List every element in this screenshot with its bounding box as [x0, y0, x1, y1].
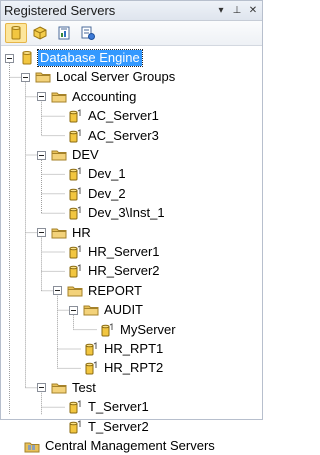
database-engine-icon [11, 26, 21, 40]
tree-group-node[interactable]: REPORT [53, 282, 144, 300]
tree-server-node[interactable]: HR_Server2 [53, 262, 162, 280]
tree-node-label[interactable]: Central Management Servers [43, 438, 217, 454]
pin-icon[interactable]: ⊥ [230, 4, 244, 18]
tree-node-label[interactable]: Test [70, 380, 98, 396]
analysis-services-tool[interactable] [29, 23, 51, 43]
tree-node-label[interactable]: HR_Server1 [86, 244, 162, 260]
central-management-icon [24, 438, 40, 454]
integration-services-tool[interactable] [77, 23, 99, 43]
tree-group-node[interactable]: Central Management Servers [21, 437, 217, 455]
tree-group-node[interactable]: Test [37, 379, 98, 397]
tree-server-node[interactable]: Dev_1 [53, 165, 128, 183]
tree-server-node[interactable]: AC_Server1 [53, 107, 161, 125]
server-icon [67, 419, 83, 435]
tree-root-node[interactable]: Database Engine [5, 49, 143, 67]
tree-group-node[interactable]: HR [37, 224, 93, 242]
server-icon [83, 341, 99, 357]
server-icon [67, 399, 83, 415]
tree-node-label[interactable]: AC_Server1 [86, 108, 161, 124]
tree-group-node[interactable]: DEV [37, 146, 101, 164]
tree-node-label[interactable]: REPORT [86, 283, 144, 299]
tree-group-node[interactable]: Accounting [37, 88, 138, 106]
tree-group-node[interactable]: Local Server Groups [21, 68, 177, 86]
collapse-toggle-icon[interactable] [21, 72, 30, 82]
tree-node-label[interactable]: HR_RPT2 [102, 360, 165, 376]
collapse-toggle-icon[interactable] [37, 150, 46, 160]
collapse-toggle-icon[interactable] [69, 305, 78, 315]
tree-server-node[interactable]: Dev_2 [53, 185, 128, 203]
registered-servers-panel: Registered Servers ▾ ⊥ ✕ Database Engine… [0, 0, 263, 453]
folder-icon [83, 302, 99, 318]
tree-node-label[interactable]: T_Server2 [86, 419, 151, 435]
server-icon [67, 263, 83, 279]
integration-services-icon [81, 26, 95, 40]
folder-icon [51, 225, 67, 241]
tree-server-node[interactable]: T_Server1 [53, 398, 151, 416]
collapse-toggle-icon[interactable] [53, 286, 62, 296]
reporting-services-icon [58, 26, 70, 40]
tree-node-label[interactable]: Dev_2 [86, 186, 128, 202]
collapse-toggle-icon[interactable] [37, 383, 46, 393]
tree-node-label[interactable]: HR [70, 225, 93, 241]
tree-server-node[interactable]: HR_RPT2 [69, 359, 165, 377]
tree-group-node[interactable]: AUDIT [69, 301, 145, 319]
tree-server-node[interactable]: T_Server2 [53, 418, 151, 436]
server-icon [67, 186, 83, 202]
tree-server-node[interactable]: Dev_3\Inst_1 [53, 204, 167, 222]
collapse-toggle-icon[interactable] [5, 53, 14, 63]
tree-node-label[interactable]: Local Server Groups [54, 69, 177, 85]
server-icon [67, 166, 83, 182]
tree-node-label[interactable]: HR_Server2 [86, 263, 162, 279]
server-icon [83, 360, 99, 376]
server-icon [67, 108, 83, 124]
analysis-services-cube-icon [33, 26, 47, 40]
tree-node-label[interactable]: Accounting [70, 89, 138, 105]
close-icon[interactable]: ✕ [246, 4, 260, 18]
server-icon [67, 128, 83, 144]
folder-icon [67, 283, 83, 299]
panel-titlebar: Registered Servers ▾ ⊥ ✕ [1, 1, 262, 21]
reporting-services-tool[interactable] [53, 23, 75, 43]
server-icon [99, 322, 115, 338]
tree-node-label[interactable]: AUDIT [102, 302, 145, 318]
database-engine-icon [19, 50, 35, 66]
server-type-toolbar [1, 21, 262, 46]
folder-icon [51, 380, 67, 396]
tree-server-node[interactable]: AC_Server3 [53, 127, 161, 145]
window-position-dropdown-icon[interactable]: ▾ [214, 4, 228, 18]
server-icon [67, 205, 83, 221]
registered-servers-tree: Database Engine Local Server Groups Accoun… [1, 46, 262, 453]
folder-icon [51, 89, 67, 105]
tree-node-label[interactable]: MyServer [118, 322, 178, 338]
collapse-toggle-icon[interactable] [37, 92, 46, 102]
tree-server-node[interactable]: MyServer [85, 321, 178, 339]
tree-node-label[interactable]: Database Engine [37, 49, 143, 67]
folder-icon [35, 69, 51, 85]
tree-server-node[interactable]: HR_Server1 [53, 243, 162, 261]
tree-node-label[interactable]: T_Server1 [86, 399, 151, 415]
tree-node-label[interactable]: AC_Server3 [86, 128, 161, 144]
panel-title: Registered Servers [4, 3, 116, 18]
tree-node-label[interactable]: DEV [70, 147, 101, 163]
tree-node-label[interactable]: HR_RPT1 [102, 341, 165, 357]
tree-node-label[interactable]: Dev_1 [86, 166, 128, 182]
tree-node-label[interactable]: Dev_3\Inst_1 [86, 205, 167, 221]
folder-icon [51, 147, 67, 163]
server-icon [67, 244, 83, 260]
collapse-toggle-icon[interactable] [37, 228, 46, 238]
tree-server-node[interactable]: HR_RPT1 [69, 340, 165, 358]
database-engine-tool[interactable] [5, 23, 27, 43]
